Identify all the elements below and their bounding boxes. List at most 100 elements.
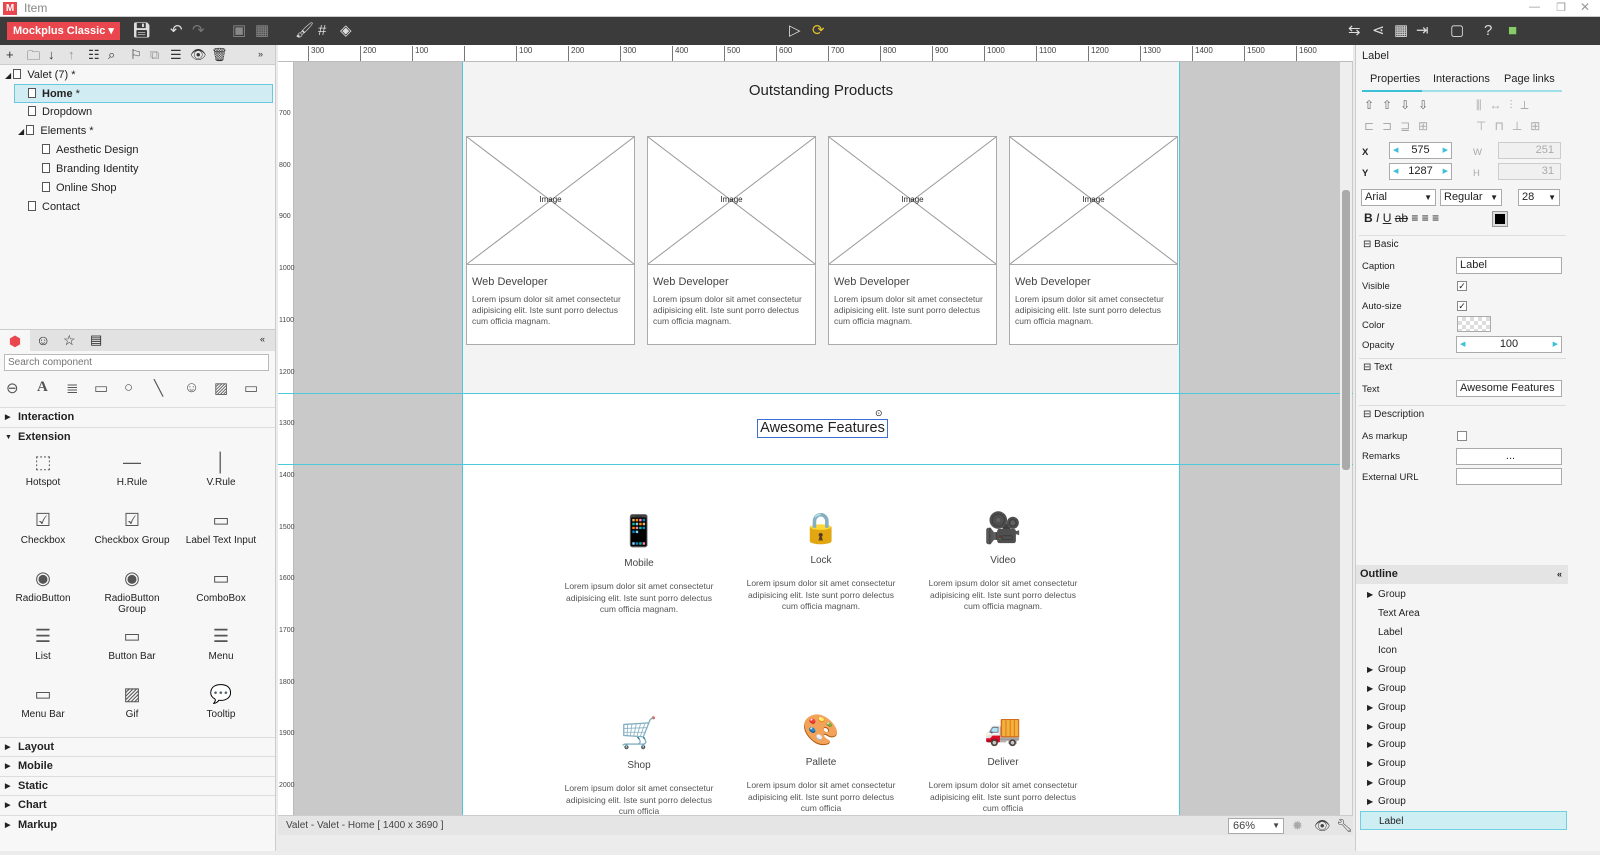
outline-item[interactable]: ▶ Group bbox=[1360, 773, 1567, 792]
tree-item-contact[interactable]: Contact bbox=[0, 198, 276, 217]
move-up-icon[interactable]: ↑ bbox=[68, 47, 75, 62]
feature-mobile[interactable]: 📱 Mobile Lorem ipsum dolor sit amet consec… bbox=[559, 512, 719, 616]
grid-icon[interactable]: # bbox=[318, 22, 326, 40]
tree-item-home[interactable]: Home * bbox=[14, 84, 273, 103]
undo-icon[interactable]: ↶ bbox=[170, 22, 183, 40]
outline-item[interactable]: Label bbox=[1360, 810, 1567, 830]
component-radiobutton[interactable]: ◉ RadioButton bbox=[3, 563, 83, 604]
collapse-icon[interactable]: « bbox=[1557, 565, 1568, 584]
input-shape-icon[interactable]: ▭ bbox=[244, 379, 258, 397]
visibility-icon[interactable]: 👁︎ bbox=[190, 47, 207, 63]
move-down-icon[interactable]: ↓ bbox=[48, 47, 55, 62]
star-tab-icon[interactable]: ☆ bbox=[63, 332, 76, 349]
component-tooltip[interactable]: 💬 Tooltip bbox=[181, 679, 261, 720]
outline-item[interactable]: ▶ Group bbox=[1360, 754, 1567, 773]
outline-item[interactable]: ▶ Group bbox=[1360, 679, 1567, 698]
vertical-guide[interactable] bbox=[1179, 62, 1180, 815]
tab-page-links[interactable]: Page links bbox=[1504, 73, 1555, 85]
search-icon[interactable]: ⌕ bbox=[108, 47, 115, 63]
expand-arrow-icon[interactable]: ▶ bbox=[1367, 792, 1373, 811]
fill-icon[interactable]: ◈ bbox=[340, 22, 352, 40]
basic-section-header[interactable]: ⊟ Basic bbox=[1359, 235, 1566, 253]
save-icon[interactable]: 💾︎ bbox=[132, 22, 151, 40]
component-button-bar[interactable]: ▭ Button Bar bbox=[92, 621, 172, 662]
group-icon[interactable]: ▣ bbox=[232, 22, 246, 40]
product-card[interactable]: Image Web Developer Lorem ipsum dolor sit … bbox=[1009, 136, 1178, 345]
description-section-header[interactable]: ⊟ Description bbox=[1359, 405, 1566, 423]
outline-item[interactable]: ▶ Group bbox=[1360, 792, 1567, 811]
italic-icon[interactable]: I bbox=[1376, 211, 1379, 225]
text-input[interactable]: Awesome Features bbox=[1456, 380, 1562, 397]
format-brush-icon[interactable]: 🖌︎ bbox=[295, 22, 314, 40]
product-card[interactable]: Image Web Developer Lorem ipsum dolor sit … bbox=[828, 136, 997, 345]
user-icon[interactable]: ■ bbox=[1508, 22, 1517, 40]
sync-icon[interactable]: ⟳ bbox=[812, 22, 825, 40]
feature-lock[interactable]: 🔒 Lock Lorem ipsum dolor sit amet consecte… bbox=[741, 509, 901, 613]
tree-item-dropdown[interactable]: Dropdown bbox=[0, 103, 276, 122]
expand-arrow-icon[interactable]: ▶ bbox=[1367, 698, 1373, 717]
expand-arrow-icon[interactable]: ▶ bbox=[1367, 679, 1373, 698]
expand-icon[interactable]: ◢ bbox=[5, 71, 13, 80]
share-icon[interactable]: ⋖ bbox=[1372, 22, 1385, 40]
component-checkbox-group[interactable]: ☑ Checkbox Group bbox=[92, 505, 172, 546]
component-combobox[interactable]: ▭ ComboBox bbox=[181, 563, 261, 604]
outline-item[interactable]: ▶ Group bbox=[1360, 735, 1567, 754]
align-right-icon[interactable]: ≡ bbox=[1432, 211, 1439, 225]
increment-icon[interactable]: ▶ bbox=[1443, 164, 1451, 179]
preview-eye-icon[interactable]: 👁︎ bbox=[1314, 816, 1331, 836]
bold-icon[interactable]: B bbox=[1364, 211, 1373, 225]
section-mobile[interactable]: ▶ Mobile bbox=[0, 756, 275, 775]
play-icon[interactable]: ▷ bbox=[789, 22, 801, 40]
y-input[interactable]: ◀ 1287 ▶ bbox=[1389, 163, 1452, 180]
section-extension[interactable]: ▼ Extension bbox=[0, 427, 275, 446]
underline-icon[interactable]: U bbox=[1383, 211, 1392, 225]
components-tab-icon[interactable]: ⬢ bbox=[0, 330, 30, 352]
component-menu[interactable]: ☰ Menu bbox=[181, 621, 261, 662]
outline-item[interactable]: ▶ Group bbox=[1360, 585, 1567, 604]
outline-item[interactable]: ▶ Group bbox=[1360, 717, 1567, 736]
outline-item[interactable]: ▶ Group bbox=[1360, 698, 1567, 717]
remarks-button[interactable]: ... bbox=[1456, 448, 1562, 465]
section-layout[interactable]: ▶ Layout bbox=[0, 737, 275, 756]
text-shape-icon[interactable]: A bbox=[37, 379, 48, 396]
app-menu-button[interactable]: Mockplus Classic ▾ bbox=[7, 22, 120, 40]
h-input[interactable]: 31 bbox=[1498, 163, 1561, 180]
visible-checkbox[interactable]: ✓ bbox=[1457, 281, 1467, 291]
font-family-select[interactable]: Arial ▼ bbox=[1361, 189, 1436, 206]
decrement-icon[interactable]: ◀ bbox=[1460, 337, 1465, 352]
distribute-icons[interactable]: ⫼↔⫶⊥ bbox=[1476, 98, 1537, 113]
horizontal-guide[interactable] bbox=[278, 393, 1353, 394]
expand-arrow-icon[interactable]: ▶ bbox=[1367, 717, 1373, 736]
section-chart[interactable]: ▶ Chart bbox=[0, 795, 275, 814]
external-url-input[interactable] bbox=[1456, 468, 1562, 485]
wrench-icon[interactable]: 🔧︎ bbox=[1336, 816, 1353, 836]
product-card[interactable]: Image Web Developer Lorem ipsum dolor sit … bbox=[466, 136, 635, 345]
w-input[interactable]: 251 bbox=[1498, 142, 1561, 159]
line-shape-icon[interactable]: ╲ bbox=[154, 379, 163, 397]
close-button[interactable]: ✕ bbox=[1580, 0, 1590, 14]
expand-arrow-icon[interactable]: ▶ bbox=[1367, 585, 1373, 604]
add-page-icon[interactable]: + bbox=[6, 47, 14, 62]
qr-icon[interactable]: ▦ bbox=[1394, 22, 1408, 40]
zoom-select[interactable]: 66% ▼ bbox=[1228, 818, 1284, 834]
outline-item[interactable]: Icon bbox=[1360, 641, 1567, 660]
text-section-header[interactable]: ⊟ Text bbox=[1359, 358, 1566, 376]
minimize-button[interactable]: — bbox=[1529, 1, 1540, 13]
expand-arrow-icon[interactable]: ▶ bbox=[1367, 773, 1373, 792]
tree-item-elements[interactable]: ◢ Elements * bbox=[0, 122, 276, 141]
image-shape-icon[interactable]: ▨ bbox=[214, 379, 228, 397]
outline-item[interactable]: ▶ Group bbox=[1360, 660, 1567, 679]
component-radiobutton-group[interactable]: ◉ RadioButton Group bbox=[92, 563, 172, 615]
selected-features-title[interactable]: Awesome Features bbox=[757, 419, 888, 438]
component-list[interactable]: ☰ List bbox=[3, 621, 83, 662]
align-center-icon[interactable]: ≡ bbox=[1422, 211, 1429, 225]
rectangle-shape-icon[interactable]: ▭ bbox=[94, 379, 108, 397]
tab-properties[interactable]: Properties bbox=[1370, 73, 1420, 85]
collapse-icon[interactable]: « bbox=[260, 334, 265, 344]
scrollbar-thumb[interactable] bbox=[1342, 190, 1350, 470]
circle-shape-icon[interactable]: ○ bbox=[124, 379, 133, 396]
feature-video[interactable]: 🎥 Video Lorem ipsum dolor sit amet consect… bbox=[923, 509, 1083, 613]
increment-icon[interactable]: ▶ bbox=[1443, 143, 1451, 158]
component-menu-bar[interactable]: ▭ Menu Bar bbox=[3, 679, 83, 720]
increment-icon[interactable]: ▶ bbox=[1553, 337, 1561, 352]
